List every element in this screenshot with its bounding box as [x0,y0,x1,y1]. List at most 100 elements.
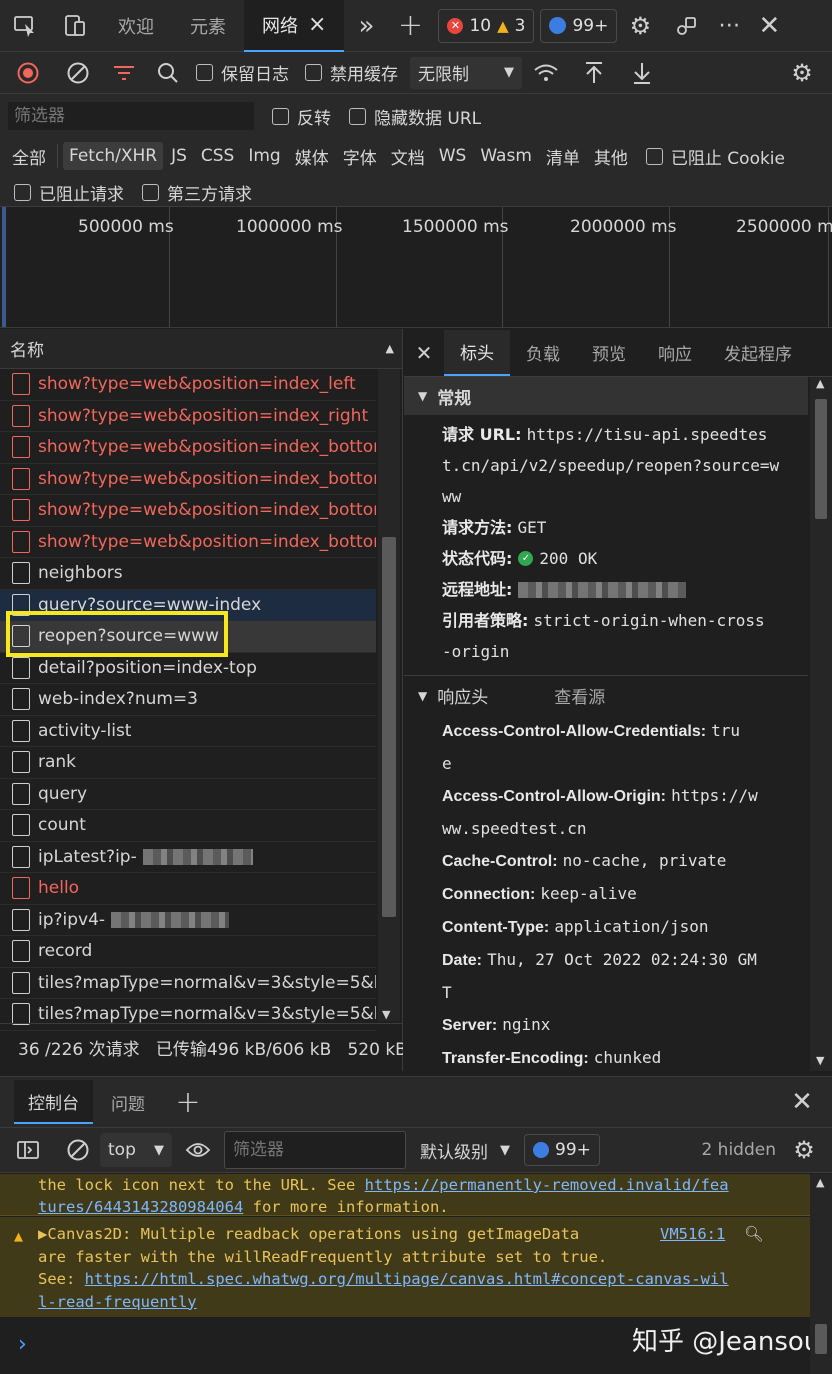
filter-input[interactable] [8,102,254,130]
blocked-cookie-checkbox[interactable]: 已阻止 Cookie [645,144,785,169]
scroll-up-icon[interactable]: ▲ [816,1176,824,1189]
name-column-header[interactable]: 名称 [10,336,44,361]
filter-icon[interactable] [100,52,148,94]
request-row[interactable]: ip?ipv4- [0,905,376,936]
import-har-icon[interactable] [570,61,618,85]
warning-1-link[interactable]: tures/6443143280984064 [38,1198,243,1215]
close-devtools-icon[interactable]: ✕ [749,11,789,41]
close-tab-icon[interactable]: × [308,12,326,37]
detail-scrollbar-thumb[interactable] [815,399,827,519]
request-row[interactable]: count [0,810,376,842]
type-font[interactable]: 字体 [337,140,383,173]
network-settings-gear-icon[interactable]: ⚙ [772,59,832,87]
request-row[interactable]: activity-list [0,716,376,747]
live-expression-eye-icon[interactable] [172,1141,224,1159]
settings-gear-icon[interactable]: ⚙ [617,12,663,40]
warning-2-link[interactable]: https://html.spec.whatwg.org/multipage/c… [85,1270,729,1288]
console-filter-input[interactable] [224,1131,406,1169]
issues-counter[interactable]: ✕ 10 ▲ 3 [438,8,535,43]
close-drawer-icon[interactable]: ✕ [772,1087,832,1117]
feedback-icon[interactable] [663,14,709,38]
inspect-icon[interactable] [0,0,50,52]
request-row[interactable]: web-index?num=3 [0,684,376,716]
tab-console[interactable]: 控制台 [14,1080,93,1124]
general-section-header[interactable]: ▼ 常规 [404,377,808,415]
log-level-select[interactable]: 默认级别 ▼ [420,1138,510,1163]
more-tabs-icon[interactable]: » [344,11,388,41]
tab-welcome[interactable]: 欢迎 [100,0,172,52]
clear-icon[interactable] [56,52,100,94]
response-headers-section-header[interactable]: ▼ 响应头 查看源 [404,675,808,715]
disable-cache-checkbox[interactable]: 禁用缓存 [305,60,398,85]
scroll-down-icon[interactable]: ▼ [816,1054,824,1067]
scroll-up-icon[interactable]: ▲ [816,377,824,390]
search-icon[interactable]: 🔍︎ [744,1223,764,1246]
request-row[interactable]: rank [0,747,376,779]
list-scrollbar-thumb[interactable] [382,537,396,917]
tab-elements[interactable]: 元素 [172,0,244,52]
search-icon[interactable] [148,52,188,94]
request-row[interactable]: show?type=web&position=index_bottom_ [0,527,376,558]
add-tab-icon[interactable]: + [388,8,432,43]
type-all[interactable]: 全部 [6,140,52,173]
type-other[interactable]: 其他 [588,140,634,173]
sort-up-icon[interactable]: ▲ [386,342,394,355]
tab-payload[interactable]: 负载 [510,330,576,376]
third-party-checkbox[interactable]: 第三方请求 [142,180,252,205]
request-row[interactable]: show?type=web&position=index_left [0,369,376,401]
type-img[interactable]: Img [242,142,286,170]
console-scrollbar[interactable]: ▲ [810,1174,832,1374]
request-row[interactable]: detail?position=index-top [0,653,376,684]
blocked-requests-checkbox[interactable]: 已阻止请求 [14,180,124,205]
console-messages-badge[interactable]: 99+ [524,1134,600,1166]
request-row[interactable]: show?type=web&position=index_bottom_ [0,432,376,464]
export-har-icon[interactable] [618,61,666,85]
scroll-down-icon[interactable]: ▼ [382,1008,390,1021]
hide-data-url-checkbox[interactable]: 隐藏数据 URL [349,104,481,129]
close-detail-icon[interactable]: ✕ [404,341,444,365]
request-row[interactable]: query [0,779,376,810]
detail-scrollbar[interactable]: ▲ ▼ [810,377,832,1071]
device-emulation-icon[interactable] [50,0,100,52]
request-row[interactable]: show?type=web&position=index_bottom_ [0,464,376,495]
throttle-select[interactable]: 无限制 ▼ [410,56,522,89]
console-scrollbar-thumb[interactable] [815,1324,827,1354]
tab-issues[interactable]: 问题 [99,1090,157,1115]
request-row[interactable]: tiles?mapType=normal&v=3&style=5&key [0,968,376,999]
view-source-link[interactable]: 查看源 [554,683,605,708]
tab-response[interactable]: 响应 [642,330,708,376]
sidebar-toggle-icon[interactable] [0,1140,56,1160]
tab-headers[interactable]: 标头 [444,329,510,376]
request-row[interactable]: show?type=web&position=index_right [0,401,376,432]
tab-initiator[interactable]: 发起程序 [708,330,808,376]
type-ws[interactable]: WS [433,142,473,170]
request-row[interactable]: record [0,936,376,968]
warning-1-link[interactable]: https://permanently-removed.invalid/fea [365,1176,729,1194]
request-row[interactable]: ipLatest?ip- [0,842,376,873]
list-scrollbar[interactable]: ▼ [378,369,400,1021]
type-manifest[interactable]: 清单 [540,140,586,173]
clear-console-icon[interactable] [56,1138,100,1162]
network-conditions-icon[interactable] [522,63,570,83]
console-settings-gear-icon[interactable]: ⚙ [776,1136,832,1164]
tab-preview[interactable]: 预览 [576,330,642,376]
invert-checkbox[interactable]: 反转 [272,104,331,129]
network-overview-timeline[interactable]: 500000 ms 1000000 ms 1500000 ms 2000000 … [0,206,832,328]
type-fetch-xhr[interactable]: Fetch/XHR [63,142,164,170]
warning-2-source-link[interactable]: VM516:1 [660,1223,725,1246]
messages-counter[interactable]: 99+ [540,8,618,43]
more-options-icon[interactable]: ⋯ [709,13,749,38]
record-icon[interactable] [0,52,56,94]
type-js[interactable]: JS [165,142,193,170]
type-wasm[interactable]: Wasm [474,142,538,170]
request-row[interactable]: neighbors [0,558,376,590]
tab-network[interactable]: 网络 × [244,0,345,52]
request-row[interactable]: hello [0,873,376,905]
type-doc[interactable]: 文档 [385,140,431,173]
request-row[interactable]: show?type=web&position=index_bottom_ [0,495,376,527]
type-media[interactable]: 媒体 [289,140,335,173]
context-select[interactable]: top ▼ [100,1133,172,1167]
preserve-log-checkbox[interactable]: 保留日志 [196,60,289,85]
add-drawer-tab-icon[interactable]: + [163,1085,213,1120]
warning-2-link[interactable]: l-read-frequently [38,1293,197,1311]
